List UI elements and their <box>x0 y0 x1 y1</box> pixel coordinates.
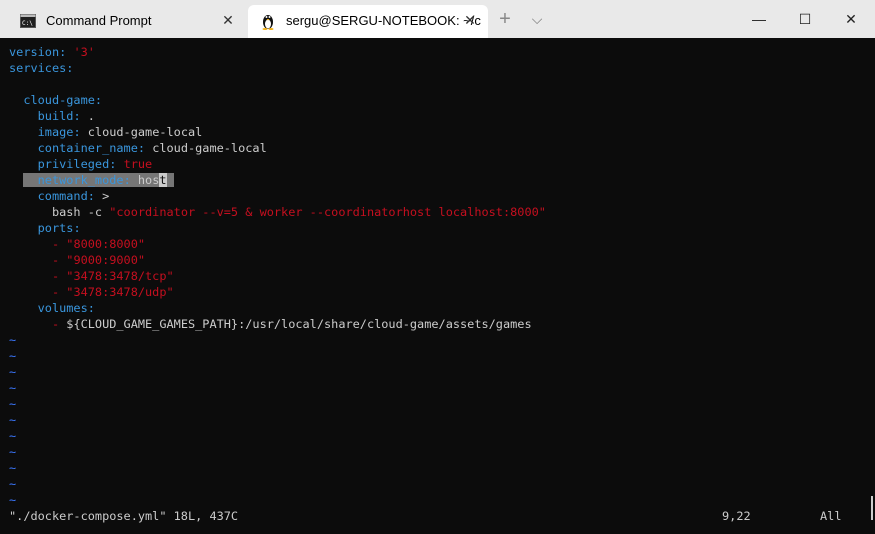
empty-line-tilde: ~ <box>9 477 17 491</box>
editor-line: command: > <box>9 189 110 203</box>
empty-line-tilde: ~ <box>9 349 17 363</box>
empty-line-tilde: ~ <box>9 445 17 459</box>
file-info: "./docker-compose.yml" 18L, 437C <box>9 509 239 523</box>
scrollbar-thumb[interactable] <box>871 496 873 520</box>
tab-label: Command Prompt <box>46 13 152 28</box>
linux-penguin-icon <box>262 15 274 30</box>
tab-label: sergu@SERGU-NOTEBOOK: ~/c <box>286 13 481 28</box>
close-window-button[interactable]: ✕ <box>841 9 861 29</box>
editor-line: - ${CLOUD_GAME_GAMES_PATH}:/usr/local/sh… <box>9 317 532 331</box>
editor-line: cloud-game: <box>9 93 103 107</box>
empty-line-tilde: ~ <box>9 493 17 507</box>
title-bar: C:\ Command Prompt ✕ sergu@SERGU-NOTEBOO… <box>0 0 875 38</box>
svg-text:C:\: C:\ <box>22 20 33 27</box>
vim-status-line: "./docker-compose.yml" 18L, 437C 9,22 Al… <box>0 508 875 524</box>
editor-line: build: . <box>9 109 95 123</box>
scroll-position: All <box>820 509 842 523</box>
empty-line-tilde: ~ <box>9 413 17 427</box>
editor-line: - "8000:8000" <box>9 237 146 251</box>
text-cursor: t <box>159 173 167 187</box>
editor-line: container_name: cloud-game-local <box>9 141 267 155</box>
maximize-button[interactable]: ☐ <box>795 9 815 29</box>
minimize-button[interactable]: — <box>749 9 769 29</box>
tab-dropdown-button[interactable]: ⌵ <box>527 9 547 29</box>
empty-line-tilde: ~ <box>9 365 17 379</box>
editor-line: volumes: <box>9 301 95 315</box>
editor-line: privileged: true <box>9 157 153 171</box>
empty-line-tilde: ~ <box>9 461 17 475</box>
cmd-icon: C:\ <box>20 14 36 28</box>
cursor-position: 9,22 <box>722 509 751 523</box>
close-tab-icon[interactable]: ✕ <box>220 11 236 29</box>
editor-line: services: <box>9 61 74 75</box>
terminal-content[interactable]: version: '3' services: cloud-game: build… <box>0 38 875 534</box>
editor-line: - "3478:3478/tcp" <box>9 269 174 283</box>
editor-line: ports: <box>9 221 81 235</box>
empty-line-tilde: ~ <box>9 333 17 347</box>
empty-line-tilde: ~ <box>9 397 17 411</box>
editor-line-selected: network_mode: host <box>9 172 174 188</box>
editor-line: version: '3' <box>9 45 95 59</box>
empty-line-tilde: ~ <box>9 429 17 443</box>
tab-linux-shell[interactable]: sergu@SERGU-NOTEBOOK: ~/c ✕ <box>248 5 488 38</box>
tab-command-prompt[interactable]: C:\ Command Prompt ✕ <box>8 5 246 38</box>
editor-line: bash -c "coordinator --v=5 & worker --co… <box>9 205 546 219</box>
editor-line: - "3478:3478/udp" <box>9 285 174 299</box>
editor-line: - "9000:9000" <box>9 253 146 267</box>
editor-line: image: cloud-game-local <box>9 125 203 139</box>
terminal-window: C:\ Command Prompt ✕ sergu@SERGU-NOTEBOO… <box>0 0 875 534</box>
close-tab-icon[interactable]: ✕ <box>462 11 478 29</box>
empty-line-tilde: ~ <box>9 381 17 395</box>
new-tab-button[interactable]: + <box>495 9 515 29</box>
